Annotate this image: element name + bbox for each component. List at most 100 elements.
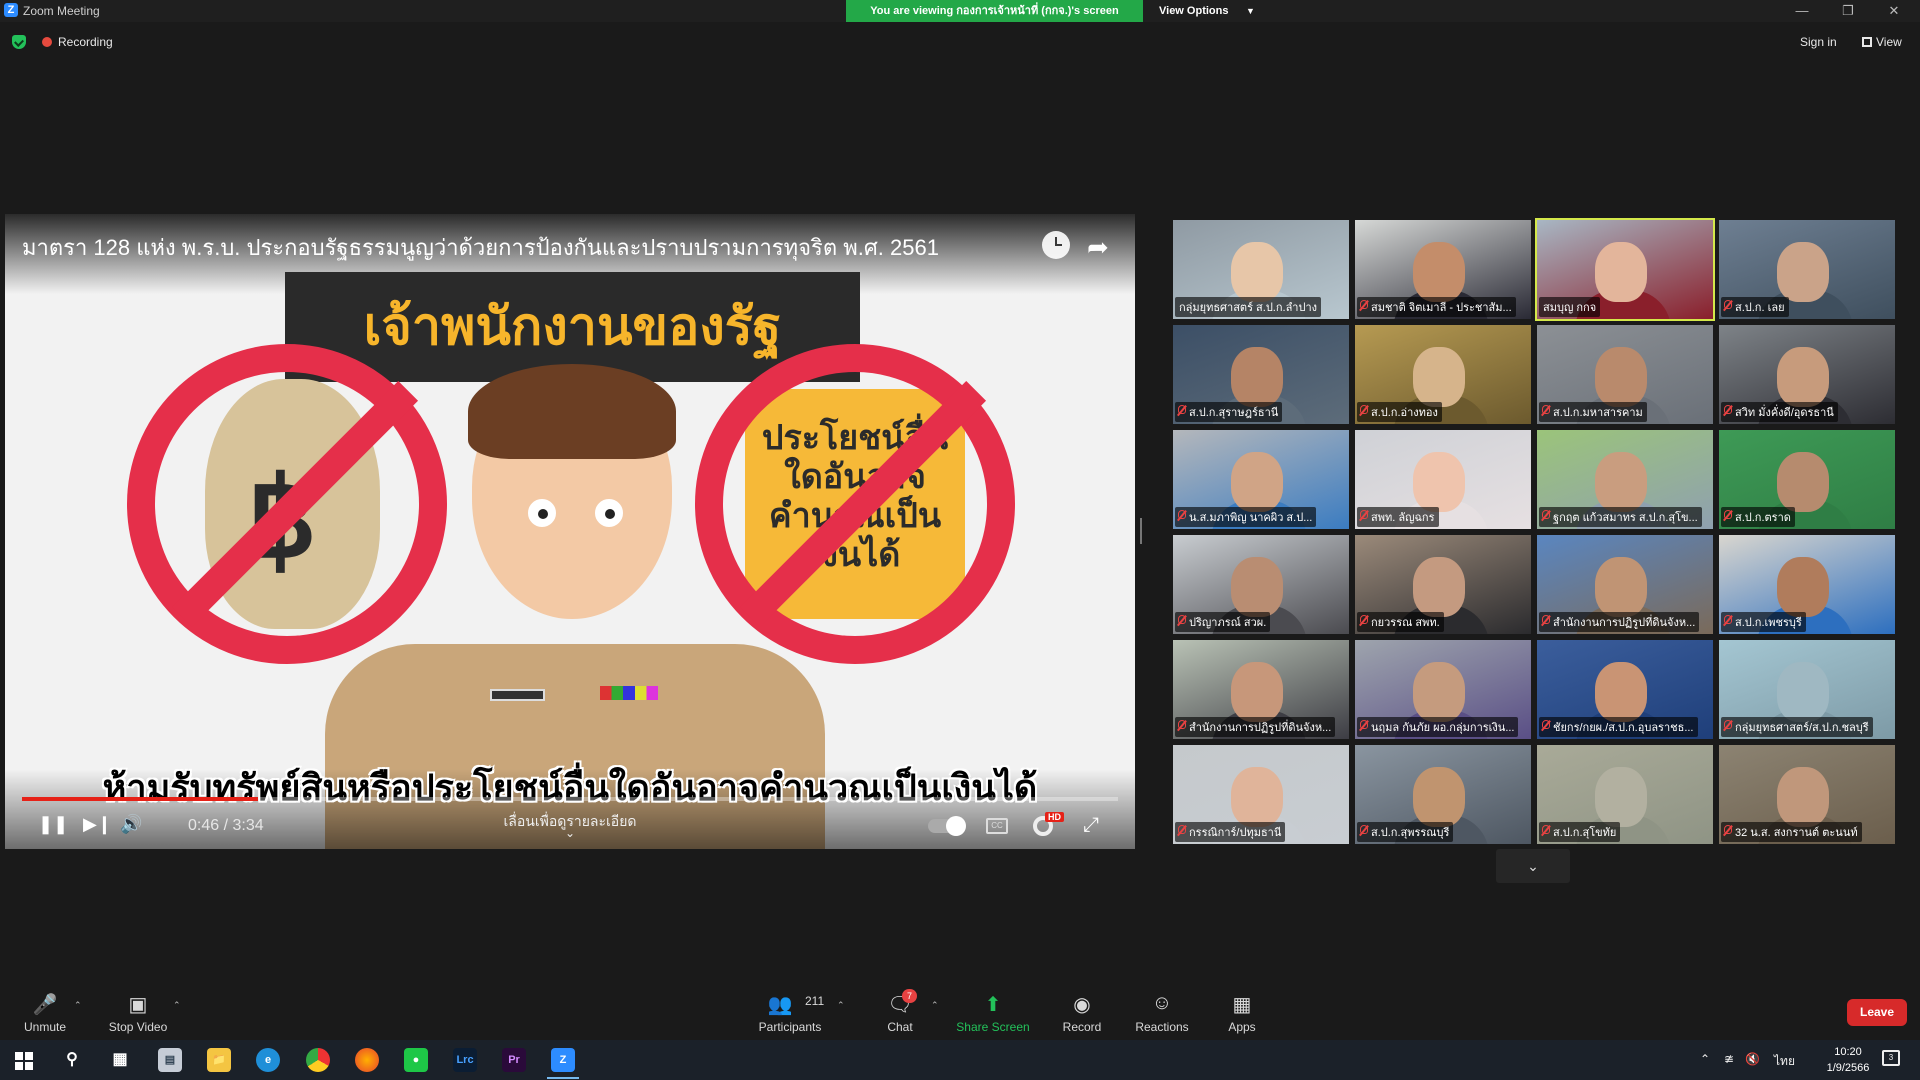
zoom-icon[interactable]: Z <box>547 1048 579 1079</box>
search-icon[interactable]: ⚲ <box>60 1048 84 1072</box>
tray-overflow-icon[interactable]: ⌃ <box>1700 1052 1710 1066</box>
participant-name: 32 น.ส. สงกรานต์ ตะนนท์ <box>1721 822 1862 842</box>
gallery-next-page-button[interactable]: ⌄ <box>1496 849 1570 883</box>
participant-face <box>1777 242 1829 302</box>
share-screen-icon: ⬆ <box>984 994 1002 1016</box>
view-button[interactable]: View <box>1862 35 1902 49</box>
document-icon[interactable]: ▤ <box>158 1048 182 1072</box>
file-explorer-icon[interactable]: 📁 <box>207 1048 231 1072</box>
participant-tile[interactable]: ส.ป.ก.อ่างทอง <box>1355 325 1531 424</box>
reactions-button[interactable]: ☺ Reactions <box>1117 980 1207 1040</box>
participant-tile[interactable]: 32 น.ส. สงกรานต์ ตะนนท์ <box>1719 745 1895 844</box>
participant-tile[interactable]: กรรณิการ์/ปทุมธานี <box>1173 745 1349 844</box>
participant-face <box>1231 242 1283 302</box>
captions-icon[interactable]: CC <box>986 818 1008 834</box>
shared-screen[interactable]: เจ้าพนักงานของรัฐ ฿ ประโยชน์อื่นใดอันอาจ… <box>5 214 1135 849</box>
participant-tile[interactable]: กลุ่มยุทธศาสตร์/ส.ป.ก.ชลบุรี <box>1719 640 1895 739</box>
edge-icon[interactable]: e <box>256 1048 280 1072</box>
participant-tile[interactable]: สมบุญ กกจ <box>1535 218 1715 321</box>
participant-tile[interactable]: สวิท มั่งคั่งดี/อุดรธานี <box>1719 325 1895 424</box>
encryption-shield-icon[interactable] <box>12 35 26 49</box>
participant-tile[interactable]: สำนักงานการปฏิรูปที่ดินจังห... <box>1537 535 1713 634</box>
participant-tile[interactable]: ส.ป.ก.ตราด <box>1719 430 1895 529</box>
participants-options-caret[interactable]: ⌃ <box>837 1000 845 1011</box>
participant-name: สพท. ลัญฉกร <box>1357 507 1439 527</box>
participant-tile[interactable]: ส.ป.ก.สุราษฎร์ธานี <box>1173 325 1349 424</box>
participant-tile[interactable]: กยวรรณ สพท. <box>1355 535 1531 634</box>
autoplay-toggle[interactable] <box>928 816 966 836</box>
participant-tile[interactable]: สำนักงานการปฏิรูปที่ดินจังห... <box>1173 640 1349 739</box>
microphone-muted-icon <box>1360 825 1368 834</box>
premiere-icon[interactable]: Pr <box>502 1048 526 1072</box>
participant-tile[interactable]: ฐกฤต แก้วสมาทร ส.ป.ก.สุโข... <box>1537 430 1713 529</box>
task-view-icon[interactable]: ▦ <box>108 1048 132 1072</box>
participant-tile[interactable]: สพท. ลัญฉกร <box>1355 430 1531 529</box>
panel-resize-handle[interactable] <box>1140 518 1142 544</box>
stop-video-button[interactable]: ▣ Stop Video ⌃ <box>93 980 183 1040</box>
microphone-muted-icon <box>1724 300 1732 309</box>
record-button[interactable]: ◉ Record <box>1037 980 1127 1040</box>
participant-tile[interactable]: กลุ่มยุทธศาสตร์ ส.ป.ก.ลำปาง <box>1173 220 1349 319</box>
speaker-muted-icon[interactable]: 🔇 <box>1745 1052 1760 1066</box>
apps-button[interactable]: ▦ Apps <box>1197 980 1287 1040</box>
chat-options-caret[interactable]: ⌃ <box>931 1000 939 1011</box>
participant-name: ชัยกร/กยผ./ส.ป.ก.อุบลราชธ... <box>1539 717 1698 737</box>
participant-tile[interactable]: ปริญาภรณ์ สวผ. <box>1173 535 1349 634</box>
participant-face <box>1413 662 1465 722</box>
wifi-icon[interactable]: ≇ <box>1724 1052 1734 1066</box>
participant-name: ส.ป.ก.สุพรรณบุรี <box>1357 822 1454 842</box>
exit-fullscreen-icon[interactable]: ⤢ <box>1083 814 1099 837</box>
window-title: Zoom Meeting <box>23 4 100 18</box>
participant-tile[interactable]: นฤมล กันภัย ผอ.กลุ่มการเงิน... <box>1355 640 1531 739</box>
participant-name: ส.ป.ก. เลย <box>1721 297 1789 317</box>
taskbar-clock[interactable]: 10:20 1/9/2566 <box>1818 1044 1878 1076</box>
share-banner: You are viewing กองการเจ้าหน้าที่ (กกจ.)… <box>846 0 1143 22</box>
participant-tile[interactable]: ส.ป.ก.เพชรบุรี <box>1719 535 1895 634</box>
participant-face <box>1777 557 1829 617</box>
officer-nametag <box>490 689 545 701</box>
video-title[interactable]: มาตรา 128 แห่ง พ.ร.บ. ประกอบรัฐธรรมนูญว่… <box>22 230 939 265</box>
close-window-button[interactable]: ✕ <box>1872 0 1916 22</box>
chrome-icon[interactable] <box>306 1048 330 1072</box>
video-progress-fill <box>22 797 258 801</box>
unmute-button[interactable]: 🎤 Unmute ⌃ <box>0 980 90 1040</box>
chat-unread-badge: 7 <box>902 989 917 1003</box>
video-options-caret[interactable]: ⌃ <box>173 1000 181 1011</box>
view-options-button[interactable]: View Options ▼ <box>1144 0 1264 22</box>
participant-tile[interactable]: ส.ป.ก.สุพรรณบุรี <box>1355 745 1531 844</box>
firefox-icon[interactable] <box>355 1048 379 1072</box>
participant-face <box>1413 242 1465 302</box>
watch-later-icon[interactable] <box>1042 231 1070 259</box>
meeting-toolbar: 🎤 Unmute ⌃ ▣ Stop Video ⌃ 👥 211 Particip… <box>0 980 1920 1040</box>
microphone-muted-icon <box>1178 615 1186 624</box>
participant-tile[interactable]: ชัยกร/กยผ./ส.ป.ก.อุบลราชธ... <box>1537 640 1713 739</box>
audio-options-caret[interactable]: ⌃ <box>74 1000 82 1011</box>
chat-button[interactable]: 🗨 7 Chat ⌃ <box>855 980 945 1040</box>
participant-tile[interactable]: สมชาติ จิตเมาลี - ประชาสัม... <box>1355 220 1531 319</box>
microphone-muted-icon <box>1178 405 1186 414</box>
participant-name: ส.ป.ก.สุราษฎร์ธานี <box>1175 402 1283 422</box>
participant-face <box>1413 347 1465 407</box>
language-indicator[interactable]: ไทย <box>1774 1052 1795 1071</box>
lightroom-icon[interactable]: Lrc <box>453 1048 477 1072</box>
recording-indicator[interactable]: Recording <box>42 34 113 50</box>
chat-label: Chat <box>887 1020 913 1034</box>
share-arrow-icon[interactable]: ➦ <box>1087 232 1109 263</box>
participant-name: สำนักงานการปฏิรูปที่ดินจังห... <box>1175 717 1336 737</box>
participant-tile[interactable]: ส.ป.ก.มหาสารคาม <box>1537 325 1713 424</box>
line-icon[interactable]: ● <box>404 1048 428 1072</box>
video-progress-bar[interactable] <box>22 797 1118 801</box>
sign-in-link[interactable]: Sign in <box>1800 35 1837 49</box>
view-label: View <box>1876 35 1902 49</box>
participant-face <box>1231 557 1283 617</box>
restore-button[interactable]: ❐ <box>1826 0 1870 22</box>
participant-tile[interactable]: ส.ป.ก. เลย <box>1719 220 1895 319</box>
windows-start-icon[interactable] <box>15 1052 33 1070</box>
participant-tile[interactable]: ส.ป.ก.สุโขทัย <box>1537 745 1713 844</box>
notifications-icon[interactable]: 3 <box>1882 1050 1900 1066</box>
share-screen-button[interactable]: ⬆ Share Screen <box>948 980 1038 1040</box>
leave-button[interactable]: Leave <box>1847 999 1907 1026</box>
participant-tile[interactable]: น.ส.มภาพิญ นาคผิว ส.ป... <box>1173 430 1349 529</box>
participants-button[interactable]: 👥 211 Participants ⌃ <box>745 980 845 1040</box>
minimize-button[interactable]: — <box>1780 0 1824 22</box>
